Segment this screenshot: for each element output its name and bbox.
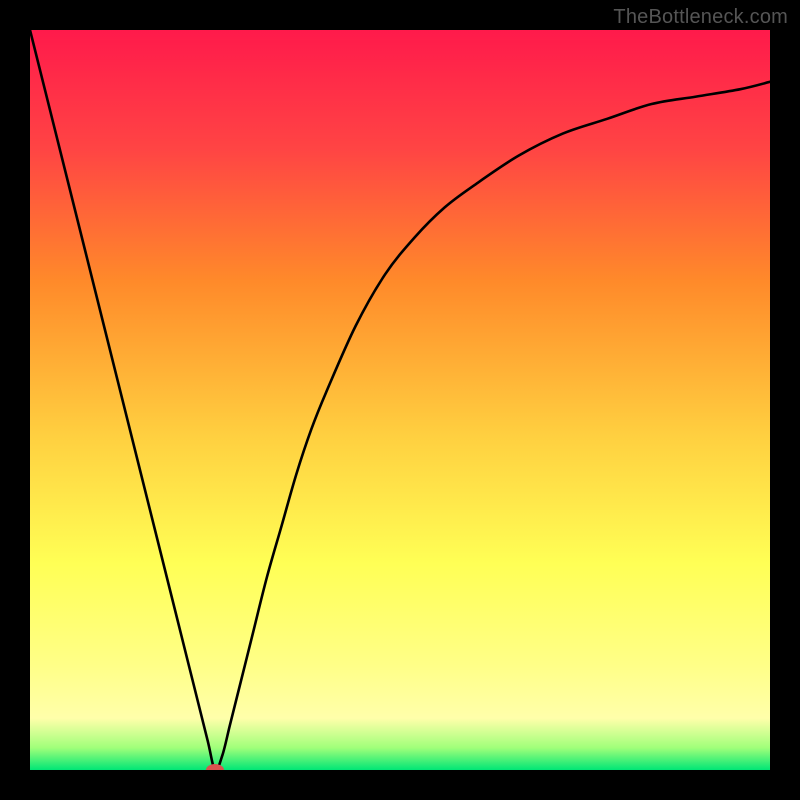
chart-plot: [30, 30, 770, 770]
gradient-background: [30, 30, 770, 770]
attribution-text: TheBottleneck.com: [613, 6, 788, 29]
chart-frame: TheBottleneck.com: [0, 0, 800, 800]
